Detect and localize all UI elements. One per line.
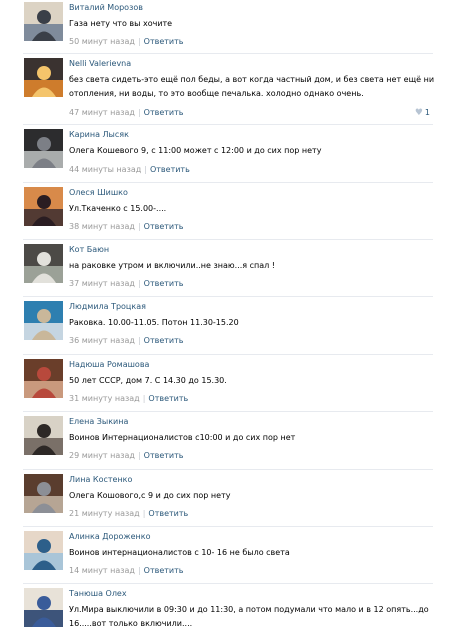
comment-divider [23,296,433,297]
timestamp: 50 минут назад [69,37,135,46]
author-link[interactable]: Алинка Дороженко [69,531,151,542]
comment-meta: 31 минуту назад | Ответить [69,393,188,404]
avatar[interactable] [24,2,63,41]
like-button[interactable]: ♥ 1 [415,107,430,119]
comment-text: Раковка. 10.00-11.05. Потон 11.30-15.20 [69,318,239,327]
avatar[interactable] [24,416,63,455]
timestamp: 38 минут назад [69,222,135,231]
reply-button[interactable]: Ответить [144,37,184,46]
timestamp: 37 минут назад [69,279,135,288]
timestamp: 31 минуту назад [69,394,140,403]
comment-text: Олега Кошевого 9, с 11:00 может с 12:00 … [69,146,322,155]
meta-separator: | [137,336,141,345]
comment-meta: 44 минуты назад | Ответить [69,164,190,175]
comment-meta: 36 минут назад | Ответить [69,335,183,346]
author-link[interactable]: Виталий Морозов [69,2,143,13]
timestamp: 14 минут назад [69,566,135,575]
timestamp: 47 минут назад [69,108,135,117]
comment-divider [23,469,433,470]
comment-meta: 47 минут назад | Ответить [69,107,183,118]
meta-separator: | [137,279,141,288]
meta-separator: | [137,222,141,231]
author-link[interactable]: Танюша Олех [69,588,127,599]
author-link[interactable]: Людмила Троцкая [69,301,146,312]
comment-text: Воинов Интернационалистов с10:00 и до си… [69,433,296,442]
meta-separator: | [137,108,141,117]
meta-separator: | [142,394,146,403]
author-link[interactable]: Nelli Valerievna [69,58,131,69]
timestamp: 21 минуту назад [69,509,140,518]
timestamp: 29 минут назад [69,451,135,460]
reply-button[interactable]: Ответить [150,165,190,174]
author-link[interactable]: Карина Лысяк [69,129,129,140]
comment-text: на раковке утром и включили..не знаю...я… [69,261,275,270]
reply-button[interactable]: Ответить [144,279,184,288]
reply-button[interactable]: Ответить [144,566,184,575]
comment-divider [23,53,433,54]
like-count: 1 [424,108,430,117]
author-link[interactable]: Надюша Ромашова [69,359,149,370]
comment-divider [23,354,433,355]
avatar[interactable] [24,588,63,627]
comment-meta: 21 минуту назад | Ответить [69,508,188,519]
timestamp: 36 минут назад [69,336,135,345]
comment-divider [23,239,433,240]
avatar[interactable] [24,58,63,97]
meta-separator: | [144,165,147,174]
comment-text: Воинов интернационалистов с 10- 16 не бы… [69,548,290,557]
author-link[interactable]: Олеся Шишко [69,187,128,198]
comment-text: без света сидеть-это ещё пол беды, а вот… [69,75,435,98]
comment-meta: 50 минут назад | Ответить [69,36,183,47]
comment-text: Ул.Мира выключили в 09:30 и до 11:30, а … [69,605,429,628]
comment-text: Ул.Ткаченко с 15.00-.... [69,204,167,213]
avatar[interactable] [24,531,63,570]
comment-text: 50 лет СССР, дом 7. С 14.30 до 15.30. [69,376,227,385]
meta-separator: | [137,37,141,46]
reply-button[interactable]: Ответить [144,222,184,231]
avatar[interactable] [24,129,63,168]
author-link[interactable]: Кот Баюн [69,244,109,255]
comment-text: Олега Кошового,с 9 и до сих пор нету [69,491,231,500]
comment-meta: 38 минут назад | Ответить [69,221,183,232]
avatar[interactable] [24,244,63,283]
comment-divider [23,182,433,183]
avatar[interactable] [24,359,63,398]
comment-meta: 14 минут назад | Ответить [69,565,183,576]
avatar[interactable] [24,187,63,226]
avatar[interactable] [24,474,63,513]
comment-divider [23,124,433,125]
meta-separator: | [137,451,141,460]
reply-button[interactable]: Ответить [144,336,184,345]
reply-button[interactable]: Ответить [144,108,184,117]
comment-text: Газа нету что вы хочите [69,19,173,28]
comment-meta: 37 минут назад | Ответить [69,278,183,289]
comment-divider [23,583,433,584]
heart-icon: ♥ [414,108,423,118]
reply-button[interactable]: Ответить [144,451,184,460]
meta-separator: | [137,566,141,575]
comment-divider [23,411,433,412]
comment-meta: 29 минут назад | Ответить [69,450,183,461]
avatar[interactable] [24,301,63,340]
author-link[interactable]: Лина Костенко [69,474,132,485]
author-link[interactable]: Елена Зыкина [69,416,128,427]
reply-button[interactable]: Ответить [148,509,188,518]
meta-separator: | [142,509,146,518]
timestamp: 44 минуты назад [69,165,142,174]
reply-button[interactable]: Ответить [148,394,188,403]
comment-divider [23,526,433,527]
